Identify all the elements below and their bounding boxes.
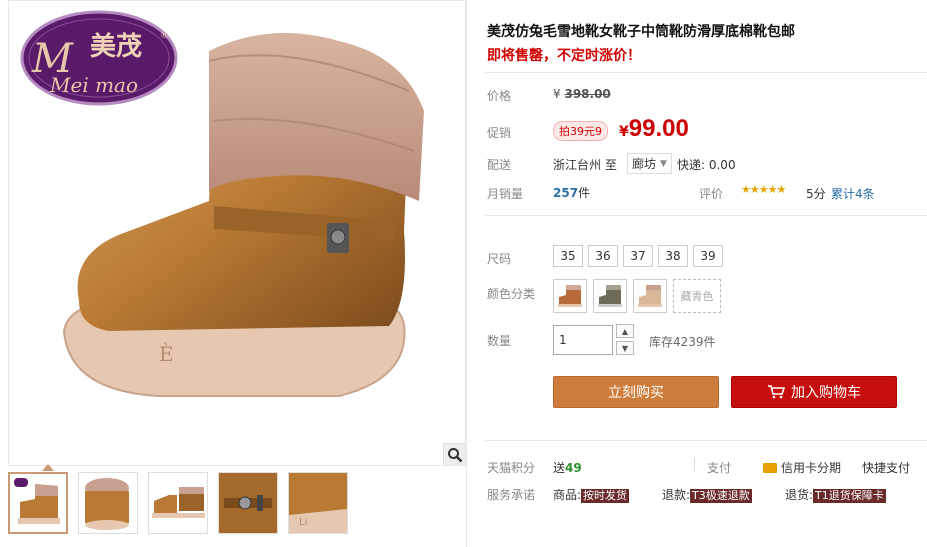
promo-badge: 拍39元9 [553,121,608,141]
points-label: 天猫积分 [487,461,536,475]
svg-text:®: ® [160,31,169,41]
service-return: 退货: T1退货保障卡 [785,488,886,503]
product-detail-panel: 美茂仿兔毛雪地靴女靴子中筒靴防滑厚底棉靴包邮 即将售罄，不定时涨价！ 价格 ¥ … [466,0,927,547]
size-option[interactable]: 35 [553,245,583,267]
color-option-gray[interactable] [593,279,627,313]
svg-text:Mei mao: Mei mao [49,73,138,97]
svg-text:Ѐ: Ѐ [159,342,174,366]
quantity-label: 数量 [487,334,512,348]
size-option[interactable]: 39 [693,245,723,267]
product-subtitle: 即将售罄，不定时涨价！ [487,48,641,64]
color-options: 藏青色 [553,279,727,313]
ship-from: 浙江台州 至 [553,158,617,172]
chevron-down-icon: ▼ [660,158,667,169]
size-option[interactable]: 36 [588,245,618,267]
service-goods: 商品: 按时发货 [553,488,630,503]
size-option[interactable]: 38 [658,245,688,267]
divider [485,440,927,441]
promo-price: ¥99.00 [619,115,689,142]
monthly-sales: 257件 [553,186,591,200]
buy-now-button[interactable]: 立刻购买 [553,376,719,408]
thumbnail-1[interactable] [8,472,68,534]
product-title: 美茂仿兔毛雪地靴女靴子中筒靴防滑厚底棉靴包邮 [487,24,795,40]
sales-label: 月销量 [487,187,524,201]
color-option-brown[interactable] [553,279,587,313]
review-count-link[interactable]: 累计4条 [831,185,875,202]
divider [485,72,927,73]
payment-label: 支付 [707,461,732,475]
thumbnail-5[interactable]: Li [288,472,348,534]
destination-select[interactable]: 廊坊 ▼ [627,153,672,174]
size-label: 尺码 [487,252,512,266]
service-tag[interactable]: T1退货保障卡 [813,489,886,503]
points-value: 送49 [553,461,582,475]
cart-icon [768,385,785,399]
quantity-down-icon[interactable]: ▼ [616,341,634,355]
magnifier-icon [447,447,462,462]
add-to-cart-button[interactable]: 加入购物车 [731,376,897,408]
stock-count: 库存4239件 [649,335,716,349]
thumbnail-3[interactable] [148,472,208,534]
shipping-fee: 快递: 0.00 [677,158,736,172]
zoom-button[interactable] [443,443,465,465]
divider [485,215,927,216]
quantity-up-icon[interactable]: ▲ [616,324,634,338]
credit-card-icon [763,462,777,473]
credit-installment[interactable]: 信用卡分期 [763,459,841,476]
quantity-input[interactable]: 1 [553,325,613,355]
svg-text:美茂: 美茂 [90,31,142,62]
review-label: 评价 [699,187,724,201]
thumbnail-4[interactable] [218,472,278,534]
price-label: 价格 [487,89,512,103]
service-tag[interactable]: T3极速退款 [690,489,752,503]
svg-text:Li: Li [299,517,307,528]
divider [694,458,695,472]
color-option-beige[interactable] [633,279,667,313]
color-label: 颜色分类 [487,287,536,301]
shipping-label: 配送 [487,158,512,172]
thumbnail-2[interactable] [78,472,138,534]
original-price: ¥ 398.00 [553,87,611,101]
thumb-indicator [42,464,54,471]
service-tag[interactable]: 按时发货 [581,489,630,503]
rating-score: 5分 [806,187,826,201]
rating-stars-icon: ★★★★★ [741,183,786,196]
brand-logo: M Mei mao 美茂 ® [20,10,178,106]
promo-label: 促销 [487,126,512,140]
color-option-navy[interactable]: 藏青色 [673,279,721,313]
service-label: 服务承诺 [487,488,536,502]
thumbnail-strip: Li [8,472,466,542]
size-options: 35 36 37 38 39 [553,245,728,267]
product-gallery: Ѐ M Mei mao 美茂 ® Li [8,0,466,547]
quick-pay[interactable]: 快捷支付 [862,459,910,476]
size-option[interactable]: 37 [623,245,653,267]
service-refund: 退款: T3极速退款 [662,488,752,503]
add-to-cart-label: 加入购物车 [791,385,861,401]
